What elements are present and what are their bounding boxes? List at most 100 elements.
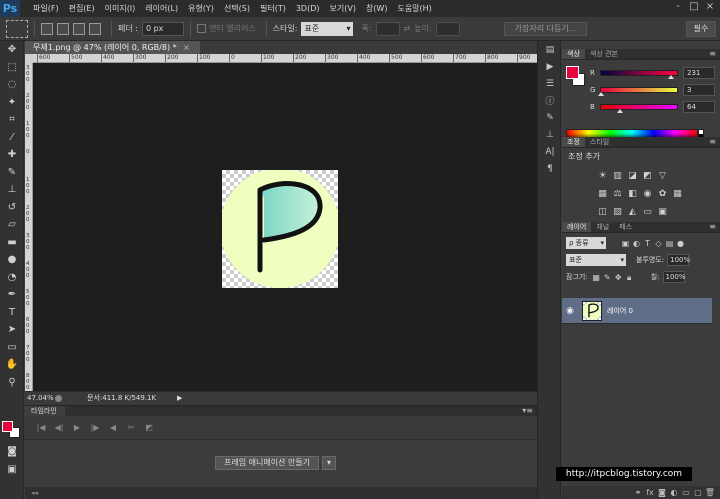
- brightness-contrast-icon[interactable]: ☀: [595, 169, 610, 184]
- marquee-preset-icon[interactable]: [6, 19, 28, 38]
- vertical-ruler[interactable]: 300 200 100 0 100 200 300 400 500 600 70…: [25, 63, 33, 391]
- tab-adjustments[interactable]: 조정: [562, 137, 585, 147]
- exposure-icon[interactable]: ◩: [640, 169, 655, 184]
- next-frame-icon[interactable]: |▶: [87, 423, 103, 432]
- red-slider-thumb[interactable]: [667, 75, 674, 79]
- transition-icon[interactable]: ◩: [141, 423, 157, 432]
- eraser-tool-icon[interactable]: ▱: [0, 216, 24, 234]
- menu-file[interactable]: 파일(F): [28, 0, 64, 17]
- tab-paths[interactable]: 패스: [614, 222, 637, 232]
- tab-layers[interactable]: 레이어: [562, 222, 592, 232]
- hand-tool-icon[interactable]: ✋: [0, 356, 24, 374]
- convert-icon[interactable]: ◂◂: [31, 489, 38, 497]
- add-selection-icon[interactable]: [57, 22, 69, 35]
- canvas-workspace[interactable]: [33, 63, 537, 391]
- brush-panel-icon[interactable]: ✎: [538, 109, 562, 126]
- zoom-level[interactable]: 47.04%: [25, 394, 55, 402]
- lock-position-icon[interactable]: ✥: [613, 272, 624, 283]
- character-panel-icon[interactable]: A|: [538, 143, 562, 160]
- layer-filter-select[interactable]: ρ 종류: [566, 237, 606, 249]
- animation-type-dropdown[interactable]: ▾: [322, 456, 337, 470]
- actions-panel-icon[interactable]: ▶: [538, 58, 562, 75]
- menu-edit[interactable]: 편집(E): [64, 0, 100, 17]
- selective-color-icon[interactable]: ▣: [655, 205, 670, 220]
- color-lookup-icon[interactable]: ▦: [670, 187, 685, 202]
- history-brush-tool-icon[interactable]: ↺: [0, 199, 24, 217]
- vibrance-icon[interactable]: ▽: [655, 169, 670, 184]
- path-selection-tool-icon[interactable]: ➤: [0, 321, 24, 339]
- magic-wand-tool-icon[interactable]: ✦: [0, 94, 24, 112]
- gradient-tool-icon[interactable]: ▬: [0, 234, 24, 252]
- marquee-tool-icon[interactable]: ⬚: [0, 59, 24, 77]
- filter-shape-icon[interactable]: ◇: [653, 238, 664, 249]
- foreground-color-swatch[interactable]: [2, 421, 13, 432]
- feather-input[interactable]: 0 px: [141, 21, 184, 36]
- tab-swatches[interactable]: 색상 견본: [585, 49, 623, 59]
- close-document-icon[interactable]: ×: [183, 43, 190, 52]
- create-frame-animation-button[interactable]: 프레임 애니메이션 만들기: [215, 456, 320, 470]
- invert-icon[interactable]: ◫: [595, 205, 610, 220]
- black-white-icon[interactable]: ◧: [625, 187, 640, 202]
- split-icon[interactable]: ✂: [123, 423, 139, 432]
- panel-menu-icon[interactable]: ≡: [709, 49, 716, 59]
- filter-toggle-icon[interactable]: ●: [675, 238, 686, 249]
- filter-pixel-icon[interactable]: ▣: [620, 238, 631, 249]
- new-adjustment-icon[interactable]: ◐: [668, 488, 680, 497]
- menu-3d[interactable]: 3D(D): [291, 0, 325, 17]
- filter-smart-icon[interactable]: ▤: [664, 238, 675, 249]
- info-panel-icon[interactable]: ⓘ: [538, 92, 562, 109]
- quick-mask-icon[interactable]: ◙: [0, 443, 24, 461]
- clone-stamp-tool-icon[interactable]: ⊥: [0, 181, 24, 199]
- zoom-tool-icon[interactable]: ⚲: [0, 374, 24, 392]
- new-layer-icon[interactable]: ▢: [692, 488, 704, 497]
- refine-edge-button[interactable]: 가장자리 다듬기...: [503, 21, 588, 36]
- green-value-input[interactable]: 3: [683, 84, 715, 96]
- lock-pixels-icon[interactable]: ✎: [602, 272, 613, 283]
- blue-slider-thumb[interactable]: [616, 109, 623, 113]
- layer-row[interactable]: ◉ 레이어 0: [562, 298, 712, 324]
- gradient-map-icon[interactable]: ▭: [640, 205, 655, 220]
- filter-adjustment-icon[interactable]: ◐: [631, 238, 642, 249]
- blend-mode-select[interactable]: 표준: [566, 254, 626, 266]
- photo-filter-icon[interactable]: ◉: [640, 187, 655, 202]
- brush-tool-icon[interactable]: ✎: [0, 164, 24, 182]
- new-selection-icon[interactable]: [41, 22, 53, 35]
- menu-window[interactable]: 창(W): [361, 0, 393, 17]
- color-foreground-swatch[interactable]: [566, 66, 579, 79]
- green-slider[interactable]: [600, 87, 678, 93]
- healing-brush-tool-icon[interactable]: ✚: [0, 146, 24, 164]
- dodge-tool-icon[interactable]: ◔: [0, 269, 24, 287]
- green-slider-thumb[interactable]: [597, 92, 604, 96]
- panel-menu-icon[interactable]: ≡: [709, 222, 716, 232]
- document-canvas[interactable]: [222, 170, 338, 288]
- first-frame-icon[interactable]: |◀: [33, 423, 49, 432]
- red-slider[interactable]: [600, 70, 678, 76]
- eye-icon[interactable]: ◉: [562, 306, 578, 316]
- screen-mode-icon[interactable]: ▣: [0, 461, 24, 479]
- minimize-button[interactable]: -: [670, 0, 686, 14]
- posterize-icon[interactable]: ▨: [610, 205, 625, 220]
- fill-input[interactable]: 100%: [662, 271, 686, 283]
- red-value-input[interactable]: 231: [683, 67, 715, 79]
- menu-help[interactable]: 도움말(H): [392, 0, 436, 17]
- blue-value-input[interactable]: 64: [683, 101, 715, 113]
- height-input[interactable]: [435, 21, 460, 36]
- tab-color[interactable]: 색상: [562, 49, 585, 59]
- audio-icon[interactable]: ◀: [105, 423, 121, 432]
- document-tab[interactable]: 무제1.png @ 47% (레이어 0, RGB/8) * ×: [25, 41, 200, 54]
- type-tool-icon[interactable]: T: [0, 304, 24, 322]
- opacity-input[interactable]: 100%: [667, 254, 690, 266]
- horizontal-ruler[interactable]: 600 500 400 300 200 100 0 100 200 300 40…: [33, 54, 537, 63]
- lock-transparent-icon[interactable]: ▦: [591, 272, 602, 283]
- menu-select[interactable]: 선택(S): [219, 0, 255, 17]
- channel-mixer-icon[interactable]: ✿: [655, 187, 670, 202]
- workspace-switcher[interactable]: 필수: [686, 21, 716, 37]
- intersect-selection-icon[interactable]: [89, 22, 101, 35]
- link-layers-icon[interactable]: ⚭: [632, 488, 644, 497]
- close-button[interactable]: ×: [702, 0, 718, 14]
- lasso-tool-icon[interactable]: ◌: [0, 76, 24, 94]
- curves-icon[interactable]: ◪: [625, 169, 640, 184]
- prev-frame-icon[interactable]: ◀|: [51, 423, 67, 432]
- levels-icon[interactable]: ▥: [610, 169, 625, 184]
- layer-style-icon[interactable]: fx: [644, 488, 656, 497]
